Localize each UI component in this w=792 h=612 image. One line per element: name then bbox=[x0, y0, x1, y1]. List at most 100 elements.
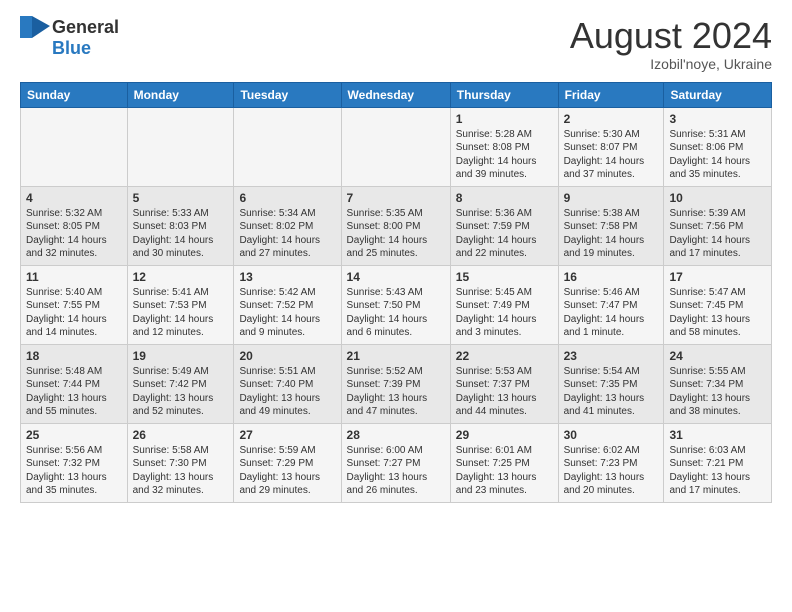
day-number: 20 bbox=[239, 349, 335, 363]
day-number: 22 bbox=[456, 349, 553, 363]
header: General Blue August 2024 Izobil'noye, Uk… bbox=[20, 16, 772, 72]
day-info: Sunrise: 5:47 AM Sunset: 7:45 PM Dayligh… bbox=[669, 286, 766, 340]
calendar-cell: 15Sunrise: 5:45 AM Sunset: 7:49 PM Dayli… bbox=[450, 265, 558, 344]
calendar-week-row: 25 Sunrise: 5:56 AM Sunset: 7:32 PM Dayli… bbox=[21, 423, 772, 502]
calendar-cell: 3Sunrise: 5:31 AM Sunset: 8:06 PM Daylig… bbox=[664, 107, 772, 186]
day-info: Sunrise: 5:40 AM Sunset: 7:55 PM Dayligh… bbox=[26, 286, 122, 340]
day-number: 18 bbox=[26, 349, 122, 363]
day-number: 11 bbox=[26, 270, 122, 284]
day-info: Sunrise: 5:43 AM Sunset: 7:50 PM Dayligh… bbox=[347, 286, 445, 340]
day-info: Sunrise: 5:34 AM Sunset: 8:02 PM Dayligh… bbox=[239, 207, 335, 261]
day-info: Sunrise: 5:52 AM Sunset: 7:39 PM Dayligh… bbox=[347, 365, 445, 419]
calendar-cell: 4 Sunrise: 5:32 AM Sunset: 8:05 PM Daylig… bbox=[21, 186, 128, 265]
calendar-cell bbox=[21, 107, 128, 186]
calendar-cell: 1Sunrise: 5:28 AM Sunset: 8:08 PM Daylig… bbox=[450, 107, 558, 186]
calendar-cell bbox=[127, 107, 234, 186]
calendar-cell: 21 Sunrise: 5:52 AM Sunset: 7:39 PM Dayli… bbox=[341, 344, 450, 423]
day-number: 21 bbox=[347, 349, 445, 363]
calendar-cell: 6 Sunrise: 5:34 AM Sunset: 8:02 PM Daylig… bbox=[234, 186, 341, 265]
logo-blue: Blue bbox=[52, 38, 91, 59]
title-block: August 2024 Izobil'noye, Ukraine bbox=[570, 16, 772, 72]
day-number: 26 bbox=[133, 428, 229, 442]
day-number: 16 bbox=[564, 270, 659, 284]
calendar-cell: 18 Sunrise: 5:48 AM Sunset: 7:44 PM Dayli… bbox=[21, 344, 128, 423]
day-number: 4 bbox=[26, 191, 122, 205]
day-info: Sunrise: 5:33 AM Sunset: 8:03 PM Dayligh… bbox=[133, 207, 229, 261]
calendar-cell: 11 Sunrise: 5:40 AM Sunset: 7:55 PM Dayli… bbox=[21, 265, 128, 344]
day-number: 30 bbox=[564, 428, 659, 442]
day-info: Sunrise: 5:35 AM Sunset: 8:00 PM Dayligh… bbox=[347, 207, 445, 261]
day-info: Sunrise: 5:42 AM Sunset: 7:52 PM Dayligh… bbox=[239, 286, 335, 340]
calendar-cell: 20 Sunrise: 5:51 AM Sunset: 7:40 PM Dayli… bbox=[234, 344, 341, 423]
calendar-cell: 30 Sunrise: 6:02 AM Sunset: 7:23 PM Dayli… bbox=[558, 423, 664, 502]
calendar-cell: 22 Sunrise: 5:53 AM Sunset: 7:37 PM Dayli… bbox=[450, 344, 558, 423]
calendar-header-tuesday: Tuesday bbox=[234, 82, 341, 107]
day-number: 24 bbox=[669, 349, 766, 363]
calendar-cell bbox=[341, 107, 450, 186]
calendar-cell: 19Sunrise: 5:49 AM Sunset: 7:42 PM Dayli… bbox=[127, 344, 234, 423]
day-info: Sunrise: 5:36 AM Sunset: 7:59 PM Dayligh… bbox=[456, 207, 553, 261]
calendar-week-row: 18 Sunrise: 5:48 AM Sunset: 7:44 PM Dayli… bbox=[21, 344, 772, 423]
calendar-cell: 2 Sunrise: 5:30 AM Sunset: 8:07 PM Daylig… bbox=[558, 107, 664, 186]
day-info: Sunrise: 5:48 AM Sunset: 7:44 PM Dayligh… bbox=[26, 365, 122, 419]
day-number: 29 bbox=[456, 428, 553, 442]
day-number: 1 bbox=[456, 112, 553, 126]
day-number: 17 bbox=[669, 270, 766, 284]
logo: General Blue bbox=[20, 16, 119, 59]
calendar-cell: 29 Sunrise: 6:01 AM Sunset: 7:25 PM Dayli… bbox=[450, 423, 558, 502]
day-number: 10 bbox=[669, 191, 766, 205]
day-info: Sunrise: 5:58 AM Sunset: 7:30 PM Dayligh… bbox=[133, 444, 229, 498]
day-number: 14 bbox=[347, 270, 445, 284]
day-info: Sunrise: 5:56 AM Sunset: 7:32 PM Dayligh… bbox=[26, 444, 122, 498]
logo-top: General bbox=[20, 16, 119, 38]
calendar-cell: 25 Sunrise: 5:56 AM Sunset: 7:32 PM Dayli… bbox=[21, 423, 128, 502]
day-info: Sunrise: 5:30 AM Sunset: 8:07 PM Dayligh… bbox=[564, 128, 659, 182]
calendar-header-monday: Monday bbox=[127, 82, 234, 107]
day-info: Sunrise: 5:45 AM Sunset: 7:49 PM Dayligh… bbox=[456, 286, 553, 340]
calendar-cell: 12 Sunrise: 5:41 AM Sunset: 7:53 PM Dayli… bbox=[127, 265, 234, 344]
day-info: Sunrise: 5:39 AM Sunset: 7:56 PM Dayligh… bbox=[669, 207, 766, 261]
day-info: Sunrise: 5:53 AM Sunset: 7:37 PM Dayligh… bbox=[456, 365, 553, 419]
title-month: August 2024 bbox=[570, 16, 772, 56]
calendar-cell: 9 Sunrise: 5:38 AM Sunset: 7:58 PM Daylig… bbox=[558, 186, 664, 265]
day-number: 27 bbox=[239, 428, 335, 442]
calendar-cell: 24 Sunrise: 5:55 AM Sunset: 7:34 PM Dayli… bbox=[664, 344, 772, 423]
day-number: 12 bbox=[133, 270, 229, 284]
calendar-cell: 5Sunrise: 5:33 AM Sunset: 8:03 PM Daylig… bbox=[127, 186, 234, 265]
calendar-cell: 8Sunrise: 5:36 AM Sunset: 7:59 PM Daylig… bbox=[450, 186, 558, 265]
day-number: 19 bbox=[133, 349, 229, 363]
day-info: Sunrise: 6:02 AM Sunset: 7:23 PM Dayligh… bbox=[564, 444, 659, 498]
calendar-header-friday: Friday bbox=[558, 82, 664, 107]
day-number: 13 bbox=[239, 270, 335, 284]
calendar-cell: 7Sunrise: 5:35 AM Sunset: 8:00 PM Daylig… bbox=[341, 186, 450, 265]
logo-icon bbox=[20, 16, 50, 38]
calendar-cell: 28 Sunrise: 6:00 AM Sunset: 7:27 PM Dayli… bbox=[341, 423, 450, 502]
day-info: Sunrise: 6:03 AM Sunset: 7:21 PM Dayligh… bbox=[669, 444, 766, 498]
day-number: 2 bbox=[564, 112, 659, 126]
day-number: 9 bbox=[564, 191, 659, 205]
day-info: Sunrise: 6:01 AM Sunset: 7:25 PM Dayligh… bbox=[456, 444, 553, 498]
calendar-header-row: SundayMondayTuesdayWednesdayThursdayFrid… bbox=[21, 82, 772, 107]
calendar-week-row: 1Sunrise: 5:28 AM Sunset: 8:08 PM Daylig… bbox=[21, 107, 772, 186]
day-number: 25 bbox=[26, 428, 122, 442]
day-number: 31 bbox=[669, 428, 766, 442]
day-info: Sunrise: 5:55 AM Sunset: 7:34 PM Dayligh… bbox=[669, 365, 766, 419]
day-number: 6 bbox=[239, 191, 335, 205]
calendar-header-sunday: Sunday bbox=[21, 82, 128, 107]
day-info: Sunrise: 5:54 AM Sunset: 7:35 PM Dayligh… bbox=[564, 365, 659, 419]
calendar-header-saturday: Saturday bbox=[664, 82, 772, 107]
calendar-cell: 27 Sunrise: 5:59 AM Sunset: 7:29 PM Dayli… bbox=[234, 423, 341, 502]
calendar-week-row: 4 Sunrise: 5:32 AM Sunset: 8:05 PM Daylig… bbox=[21, 186, 772, 265]
day-info: Sunrise: 5:59 AM Sunset: 7:29 PM Dayligh… bbox=[239, 444, 335, 498]
calendar-cell: 13 Sunrise: 5:42 AM Sunset: 7:52 PM Dayli… bbox=[234, 265, 341, 344]
calendar-week-row: 11 Sunrise: 5:40 AM Sunset: 7:55 PM Dayli… bbox=[21, 265, 772, 344]
calendar-cell: 26 Sunrise: 5:58 AM Sunset: 7:30 PM Dayli… bbox=[127, 423, 234, 502]
day-info: Sunrise: 5:41 AM Sunset: 7:53 PM Dayligh… bbox=[133, 286, 229, 340]
day-info: Sunrise: 5:32 AM Sunset: 8:05 PM Dayligh… bbox=[26, 207, 122, 261]
day-info: Sunrise: 5:51 AM Sunset: 7:40 PM Dayligh… bbox=[239, 365, 335, 419]
day-number: 28 bbox=[347, 428, 445, 442]
day-info: Sunrise: 5:38 AM Sunset: 7:58 PM Dayligh… bbox=[564, 207, 659, 261]
day-info: Sunrise: 6:00 AM Sunset: 7:27 PM Dayligh… bbox=[347, 444, 445, 498]
day-info: Sunrise: 5:46 AM Sunset: 7:47 PM Dayligh… bbox=[564, 286, 659, 340]
title-location: Izobil'noye, Ukraine bbox=[570, 56, 772, 72]
